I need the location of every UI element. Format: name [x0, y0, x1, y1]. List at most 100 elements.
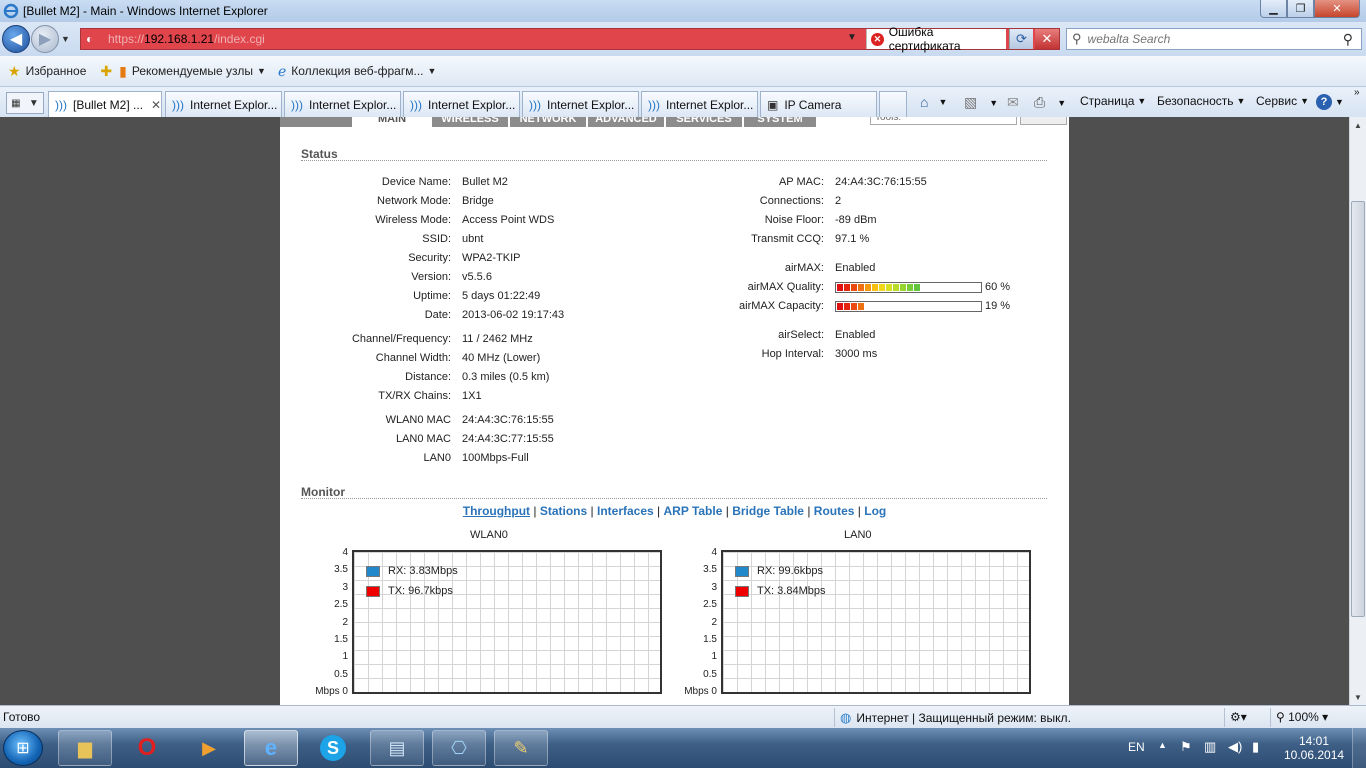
taskbar-media-player[interactable]: ▶	[182, 730, 236, 766]
menu-tab-system[interactable]: SYSTEM	[744, 117, 816, 127]
show-hidden-icons[interactable]: ▲	[1158, 740, 1167, 750]
tab-internet-explorer-4[interactable]: ))) Internet Explor...	[522, 91, 639, 117]
bar-segment	[865, 284, 871, 291]
power-tray-icon[interactable]: ▮	[1252, 739, 1259, 755]
address-dropdown-icon[interactable]: ▼	[847, 32, 857, 43]
taskbar-opera[interactable]: O	[120, 730, 174, 766]
link-interfaces[interactable]: Interfaces	[597, 504, 654, 518]
tools-select[interactable]: Tools:	[870, 117, 1017, 125]
taskbar-network-app[interactable]: ▤	[370, 730, 424, 766]
link-arp-table[interactable]: ARP Table	[663, 504, 722, 518]
network-map-icon: ⎔	[451, 737, 467, 758]
tools-go-button[interactable]	[1020, 117, 1067, 125]
status-label: Hop Interval:	[761, 348, 824, 360]
stop-button[interactable]: ✕	[1035, 29, 1059, 49]
airmax-quality-bar	[835, 282, 982, 293]
menu-tab-advanced[interactable]: ADVANCED	[588, 117, 664, 127]
scroll-thumb[interactable]	[1351, 201, 1365, 617]
y-tick-label: Mbps 0	[315, 686, 348, 698]
scroll-up-icon[interactable]: ▲	[1350, 117, 1366, 133]
read-mail-button[interactable]: ✉	[1007, 94, 1019, 111]
taskbar-network-map[interactable]: ⎔	[432, 730, 486, 766]
maximize-button[interactable]: ❐	[1287, 0, 1314, 18]
show-desktop-button[interactable]	[1352, 728, 1366, 768]
page-menu[interactable]: Страница ▼	[1080, 94, 1146, 108]
zoom-level[interactable]: ⚲ 100% ▾	[1276, 710, 1328, 724]
status-value: 2	[835, 195, 842, 207]
web-slice-gallery-button[interactable]: ℯ Коллекция веб-фрагм... ▼	[278, 63, 436, 80]
menu-tab-wireless[interactable]: WIRELESS	[432, 117, 508, 127]
search-input[interactable]	[1087, 32, 1328, 46]
taskbar-skype[interactable]: S	[306, 730, 360, 766]
quick-tabs-button[interactable]: ▦ ▼	[6, 92, 44, 114]
status-value: 24:A4:3C:77:15:55	[462, 433, 554, 445]
taskbar-internet-explorer[interactable]: e	[244, 730, 298, 766]
print-button[interactable]: ⎙ ▼	[1034, 94, 1066, 111]
back-button[interactable]: ◀	[2, 25, 30, 53]
add-favorite-button[interactable]: ✚	[100, 63, 117, 80]
home-button[interactable]: ⌂ ▼	[920, 94, 947, 110]
link-bridge-table[interactable]: Bridge Table	[732, 504, 804, 518]
recent-pages-dropdown[interactable]: ▼	[61, 34, 70, 44]
feeds-button[interactable]: ▧ ▼	[964, 94, 998, 111]
bar-segment	[851, 303, 857, 310]
help-menu[interactable]: ? ▼	[1316, 94, 1344, 110]
status-value: 24:A4:3C:76:15:55	[462, 414, 554, 426]
scroll-down-icon[interactable]: ▼	[1350, 689, 1366, 705]
volume-icon[interactable]: ◀)	[1228, 739, 1242, 755]
status-bar: Готово ◍ Интернет | Защищенный режим: вык…	[0, 705, 1366, 728]
certificate-error-button[interactable]: ✕ Ошибка сертификата	[866, 25, 1006, 53]
tab-internet-explorer-2[interactable]: ))) Internet Explor...	[284, 91, 401, 117]
tab-internet-explorer-5[interactable]: ))) Internet Explor...	[641, 91, 758, 117]
close-window-button[interactable]: ✕	[1314, 0, 1360, 18]
tab-ip-camera[interactable]: ▣ IP Camera	[760, 91, 877, 117]
tools-menu[interactable]: Сервис ▼	[1256, 94, 1309, 108]
forward-button[interactable]: ▶	[31, 25, 59, 53]
link-stations[interactable]: Stations	[540, 504, 587, 518]
link-log[interactable]: Log	[864, 504, 886, 518]
tab-list-dropdown-icon[interactable]: ▼	[29, 98, 39, 109]
legend-rx-wlan0: RX: 3.83Mbps	[366, 565, 458, 577]
link-routes[interactable]: Routes	[814, 504, 855, 518]
menu-tab-main[interactable]: MAIN	[354, 117, 430, 127]
airos-logo	[280, 117, 352, 127]
clock[interactable]: 14:01 10.06.2014	[1284, 734, 1344, 762]
bar-segment	[851, 284, 857, 291]
taskbar-explorer[interactable]: ▆	[58, 730, 112, 766]
address-bar[interactable]: ◐ https://192.168.1.21/index.cgi ▼ ✕ Оши…	[80, 25, 1060, 53]
cert-error-icon: ✕	[871, 32, 884, 46]
search-go-icon[interactable]: ⚲	[1343, 31, 1353, 48]
bar-segment	[837, 303, 843, 310]
chevron-down-icon: ▼	[1236, 96, 1246, 106]
tab-internet-explorer-1[interactable]: ))) Internet Explor...	[165, 91, 282, 117]
menu-tab-services[interactable]: SERVICES	[666, 117, 742, 127]
status-label: LAN0 MAC	[395, 433, 451, 445]
network-tray-icon[interactable]: ▥	[1204, 739, 1216, 755]
refresh-button[interactable]: ⟳	[1009, 29, 1033, 49]
action-center-icon[interactable]: ⚑	[1180, 739, 1192, 755]
page-scrollbar[interactable]: ▲ ▼	[1349, 117, 1366, 705]
favorites-button[interactable]: ★ Избранное	[8, 63, 86, 80]
suggested-sites-icon: ▮	[119, 62, 127, 79]
safety-menu[interactable]: Безопасность ▼	[1157, 94, 1245, 108]
tab-internet-explorer-3[interactable]: ))) Internet Explor...	[403, 91, 520, 117]
input-language[interactable]: EN	[1128, 740, 1145, 754]
search-box[interactable]: ⚲ ⚲	[1066, 28, 1362, 50]
favorites-bar: ★ Избранное ✚ ▮ Рекомендуемые узлы ▼ ℯ К…	[0, 56, 1366, 87]
start-button[interactable]: ⊞	[3, 730, 43, 766]
more-commands-button[interactable]: »	[1354, 87, 1360, 98]
new-tab-button[interactable]	[879, 91, 907, 117]
suggested-sites-button[interactable]: ▮ Рекомендуемые узлы ▼	[119, 63, 266, 80]
close-tab-icon[interactable]: ✕	[151, 98, 161, 112]
minimize-button[interactable]: ▁	[1260, 0, 1287, 18]
popup-settings-icon[interactable]: ⚙▾	[1230, 710, 1247, 724]
menu-tab-network[interactable]: NETWORK	[510, 117, 586, 127]
y-tick-label: 4	[342, 547, 348, 558]
status-label: Wireless Mode:	[375, 214, 451, 226]
link-throughput[interactable]: Throughput	[463, 504, 530, 518]
taskbar-paint[interactable]: ✎	[494, 730, 548, 766]
tab-bullet-m2[interactable]: ))) [Bullet M2] ... ✕	[48, 91, 162, 117]
legend-tx-lan0: TX: 3.84Mbps	[735, 585, 825, 597]
search-provider-icon: ⚲	[1072, 31, 1082, 46]
security-zone[interactable]: ◍ Интернет | Защищенный режим: выкл.	[840, 710, 1071, 726]
